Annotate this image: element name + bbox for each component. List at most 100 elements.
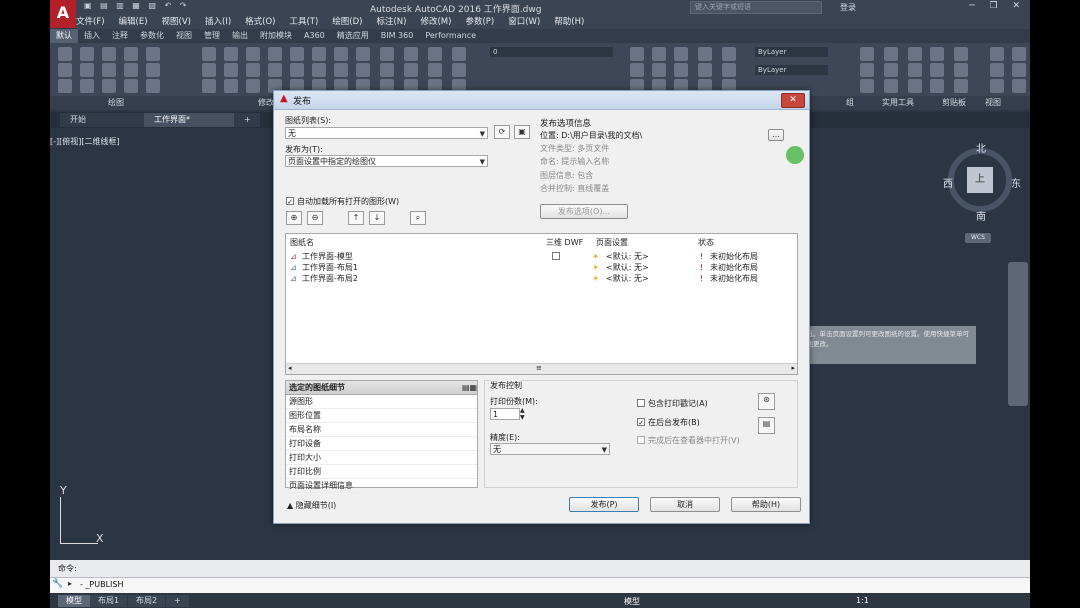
precision-select[interactable]: 无 ▼ (490, 443, 610, 455)
ribbon-tool-icon[interactable] (428, 47, 442, 61)
panel-modify[interactable]: 修改 (258, 97, 274, 108)
menu-item[interactable]: 帮助(H) (554, 15, 584, 29)
col-3d-dwf[interactable]: 三维 DWF (546, 237, 583, 248)
stamp-settings-icon[interactable]: ⊛ (758, 393, 775, 410)
3d-dwf-checkbox[interactable] (552, 252, 560, 260)
ribbon-tool-icon[interactable] (930, 47, 944, 61)
ribbon-tool-icon[interactable] (630, 63, 644, 77)
ribbon-tab[interactable]: 输出 (226, 29, 254, 43)
move-down-icon[interactable]: ↓ (369, 211, 385, 225)
add-sheets-icon[interactable]: ⊕ (286, 211, 302, 225)
ribbon-tool-icon[interactable] (80, 47, 94, 61)
ribbon-tool-icon[interactable] (380, 63, 394, 77)
linetype-combo[interactable]: ByLayer (755, 65, 828, 75)
menu-item[interactable]: 窗口(W) (508, 15, 540, 29)
ribbon-tool-icon[interactable] (102, 63, 116, 77)
menu-item[interactable]: 文件(F) (76, 15, 105, 29)
ribbon-tool-icon[interactable] (884, 47, 898, 61)
table-row[interactable]: ⊿ 工作界面-布局2 ☀ <默认: 无> ! 未初始化布局 (286, 273, 797, 284)
sheet-grid[interactable]: 图纸名 三维 DWF 页面设置 状态 ⊿ 工作界面-模型 ☀ <默认: 无> !… (285, 233, 798, 375)
location-browse-button[interactable]: … (768, 129, 784, 141)
menu-item[interactable]: 格式(O) (245, 15, 275, 29)
cancel-button[interactable]: 取消 (650, 497, 720, 512)
open-viewer-checkbox[interactable] (637, 436, 645, 444)
ribbon-tool-icon[interactable] (990, 47, 1004, 61)
ribbon-tool-icon[interactable] (58, 47, 72, 61)
preview-icon[interactable]: ⌕ (410, 211, 426, 225)
scroll-thumb[interactable]: ≡ (536, 364, 542, 372)
scroll-left-icon[interactable]: ◂ (288, 364, 292, 372)
compass-south[interactable]: 南 (976, 208, 986, 223)
ribbon-tool-icon[interactable] (990, 63, 1004, 77)
details-view-icons[interactable]: ▤▦ (462, 381, 477, 394)
ribbon-tool-icon[interactable] (404, 63, 418, 77)
col-status[interactable]: 状态 (698, 237, 714, 248)
ribbon-tool-icon[interactable] (202, 47, 216, 61)
hide-details-toggle[interactable]: ▲ 隐藏细节(I) (287, 500, 336, 511)
menu-item[interactable]: 参数(P) (465, 15, 494, 29)
copies-stepper[interactable]: ▲ ▼ (520, 407, 525, 421)
horizontal-scrollbar[interactable]: ◂ ≡ ▸ (286, 363, 797, 374)
viewcube-top-face[interactable]: 上 (967, 167, 993, 193)
ribbon-tool-icon[interactable] (860, 47, 874, 61)
ribbon-tool-icon[interactable] (908, 47, 922, 61)
ribbon-tool-icon[interactable] (884, 63, 898, 77)
model-space-toggle[interactable]: 模型 (624, 596, 640, 607)
panel-group[interactable]: 组 (846, 97, 854, 108)
new-tab-icon[interactable]: + (234, 113, 260, 127)
save-sheet-list-icon[interactable]: ▣ (514, 125, 530, 139)
ribbon-tool-icon[interactable] (860, 79, 874, 93)
ribbon-tool-icon[interactable] (1012, 47, 1026, 61)
ribbon-tool-icon[interactable] (312, 47, 326, 61)
ribbon-tool-icon[interactable] (224, 79, 238, 93)
menu-item[interactable]: 工具(T) (289, 15, 318, 29)
color-combo[interactable]: ByLayer (755, 47, 828, 57)
background-publish-checkbox[interactable]: ✓ (637, 418, 645, 427)
load-sheet-list-icon[interactable]: ⟳ (494, 125, 510, 139)
layer-combo[interactable]: 0 (490, 47, 613, 57)
menu-item[interactable]: 标注(N) (376, 15, 406, 29)
ribbon-tool-icon[interactable] (698, 63, 712, 77)
panel-clipboard[interactable]: 剪贴板 (942, 97, 966, 108)
ribbon-tab[interactable]: 视图 (170, 29, 198, 43)
ribbon-tool-icon[interactable] (124, 47, 138, 61)
navigation-bar[interactable] (1008, 262, 1028, 406)
copies-input[interactable]: 1 (490, 408, 520, 420)
ribbon-tool-icon[interactable] (202, 63, 216, 77)
publish-to-select[interactable]: 页面设置中指定的绘图仪 ▼ (285, 155, 488, 167)
window-controls[interactable]: ─ ❐ ✕ (969, 1, 1026, 11)
table-row[interactable]: ⊿ 工作界面-模型 ☀ <默认: 无> ! 未初始化布局 (286, 251, 797, 262)
menu-item[interactable]: 视图(V) (162, 15, 191, 29)
ribbon-tool-icon[interactable] (334, 47, 348, 61)
include-stamp-checkbox[interactable] (637, 399, 645, 407)
layout-tab-1[interactable]: 布局1 (90, 595, 128, 607)
menu-item[interactable]: 修改(M) (420, 15, 451, 29)
close-button[interactable]: ✕ (781, 93, 805, 108)
search-input[interactable]: 键入关键字或短语 (690, 1, 822, 14)
ribbon-tool-icon[interactable] (58, 79, 72, 93)
col-sheet-name[interactable]: 图纸名 (290, 237, 314, 248)
publish-options-button[interactable]: 发布选项(O)... (540, 204, 628, 219)
ribbon-tool-icon[interactable] (630, 47, 644, 61)
compass-west[interactable]: 西 (943, 175, 953, 190)
ribbon-tab[interactable]: BIM 360 (375, 29, 420, 43)
annotation-scale[interactable]: 1:1 (856, 596, 869, 605)
login-link[interactable]: 登录 (840, 2, 856, 13)
compass-east[interactable]: 东 (1011, 175, 1021, 190)
ribbon-tool-icon[interactable] (312, 63, 326, 77)
command-input[interactable]: - _PUBLISH (80, 580, 124, 589)
ribbon-tool-icon[interactable] (884, 79, 898, 93)
wcs-menu[interactable]: WCS (965, 233, 991, 243)
compass-north[interactable]: 北 (976, 140, 986, 155)
ribbon-tab[interactable]: 参数化 (134, 29, 170, 43)
ribbon-tool-icon[interactable] (860, 63, 874, 77)
sheet-list-select[interactable]: 无 ▼ (285, 127, 488, 139)
add-layout-icon[interactable]: + (166, 595, 189, 607)
ribbon-tool-icon[interactable] (452, 63, 466, 77)
ribbon-tool-icon[interactable] (356, 47, 370, 61)
ribbon-tool-icon[interactable] (954, 47, 968, 61)
auto-load-checkbox[interactable]: ✓ (286, 197, 294, 206)
ribbon-tool-icon[interactable] (908, 63, 922, 77)
ribbon-tool-icon[interactable] (722, 47, 736, 61)
viewport-controls[interactable]: [-][俯视][二维线框] (50, 136, 120, 147)
